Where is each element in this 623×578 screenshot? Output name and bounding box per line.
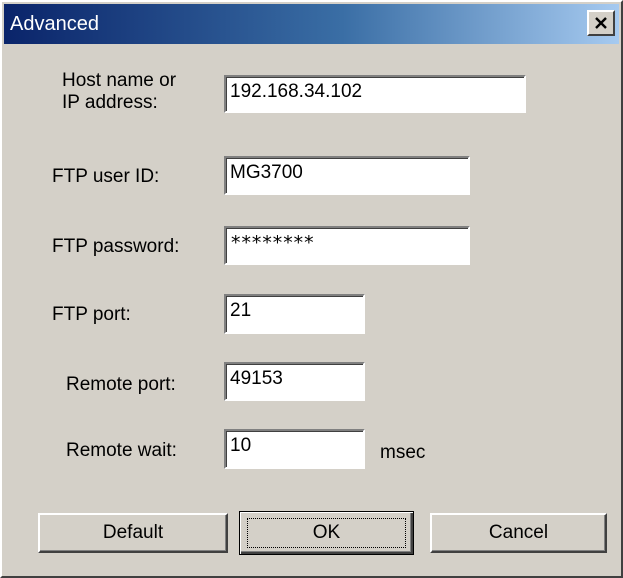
remote-wait-input[interactable]: 10: [224, 429, 365, 469]
ok-button[interactable]: OK: [239, 511, 414, 555]
default-button-label: Default: [102, 522, 164, 543]
close-x-icon: [595, 17, 607, 29]
ftp-password-input[interactable]: ********: [224, 226, 470, 265]
ftp-user-input[interactable]: MG3700: [224, 156, 470, 195]
close-button[interactable]: [587, 10, 615, 36]
remote-port-label: Remote port:: [66, 374, 176, 395]
cancel-button[interactable]: Cancel: [430, 513, 607, 553]
host-label-line1: Host name or: [62, 70, 177, 91]
remote-wait-label: Remote wait:: [66, 440, 177, 461]
default-button[interactable]: Default: [38, 513, 228, 553]
advanced-dialog: Advanced Host name or IP address: 192.16…: [0, 0, 623, 578]
window-title: Advanced: [10, 13, 99, 35]
ftp-port-label: FTP port:: [52, 304, 131, 325]
host-input[interactable]: 192.168.34.102: [224, 75, 526, 113]
remote-wait-unit: msec: [380, 442, 426, 463]
remote-port-input[interactable]: 49153: [224, 362, 365, 401]
ftp-port-input[interactable]: 21: [224, 294, 365, 334]
ok-button-label: OK: [312, 522, 341, 543]
ftp-user-label: FTP user ID:: [52, 166, 160, 187]
host-label-line2: IP address:: [62, 92, 158, 113]
ftp-password-label: FTP password:: [52, 236, 180, 257]
title-bar[interactable]: Advanced: [4, 4, 619, 44]
cancel-button-label: Cancel: [488, 522, 549, 543]
